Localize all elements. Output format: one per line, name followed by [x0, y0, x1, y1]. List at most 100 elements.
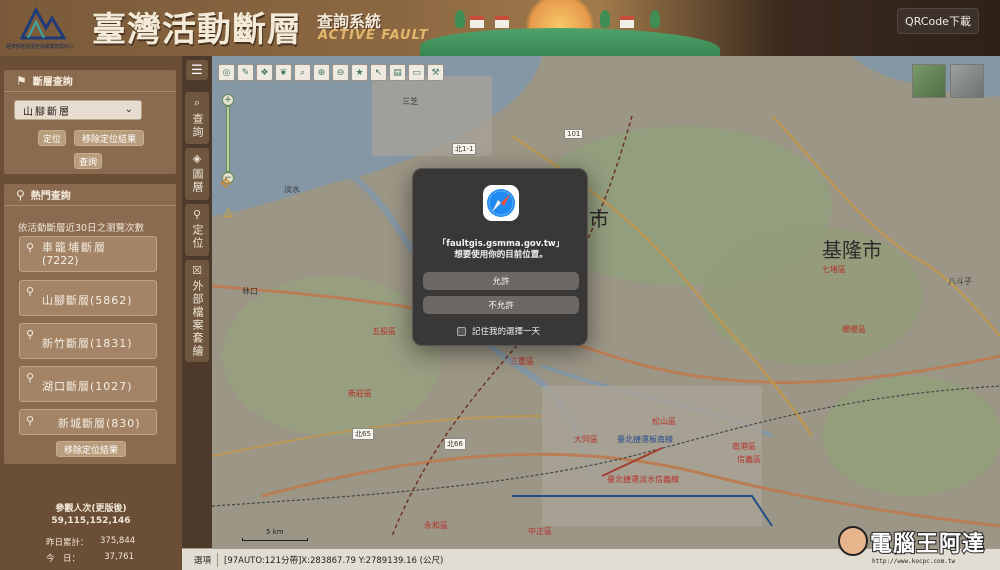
map-pin-icon: ⚲ — [26, 241, 35, 254]
hamburger-menu-icon[interactable]: ☰ — [186, 60, 208, 80]
map-label-place: 八斗子 — [948, 277, 972, 286]
basemap-switcher — [912, 64, 992, 104]
allow-button[interactable]: 允許 — [423, 272, 579, 290]
agency-logo[interactable]: 經濟部地質調查及礦業管理中心 — [6, 6, 84, 50]
hot-fault-item[interactable]: ⚲ 車籠埔斷層 (7222) — [19, 236, 157, 272]
qrcode-download-button[interactable]: QRCode下載 — [897, 8, 979, 34]
pointer-icon[interactable]: ↖ — [370, 64, 387, 81]
tab-query-label: 查詢 — [191, 113, 204, 139]
leaf-icon[interactable]: ❦ — [275, 64, 292, 81]
pin-icon: ⚲ — [192, 208, 202, 221]
hot-fault-item[interactable]: ⚲ 新城斷層(830) — [19, 409, 157, 435]
deny-button[interactable]: 不允許 — [423, 296, 579, 314]
side-tab-bar: ☰ ⌕ 查詢 ◈ 圖層 ⚲ 定位 ☒ 外部檔案套繪 — [182, 56, 212, 556]
zoom-track[interactable] — [226, 106, 230, 172]
map-label-district: 松山區 — [652, 417, 676, 426]
layers-icon: ◈ — [192, 152, 202, 165]
street-view-person-icon[interactable]: ♙ — [223, 206, 234, 220]
query-button[interactable]: 查詢 — [74, 153, 102, 169]
tab-external-file[interactable]: ☒ 外部檔案套繪 — [185, 260, 209, 362]
zoom-slider[interactable]: + − — [222, 94, 234, 186]
fault-query-title: 斷層查詢 — [32, 77, 73, 88]
map-label-district: 三重區 — [510, 357, 534, 366]
hot-fault-name: 車籠埔斷層 — [42, 241, 107, 254]
walking-person-icon: ⚲ — [16, 187, 25, 202]
tab-query[interactable]: ⌕ 查詢 — [185, 92, 209, 144]
hot-remove-locate-result-button[interactable]: 移除定位結果 — [56, 441, 126, 457]
map-label-district: 永和區 — [424, 521, 448, 530]
dialog-title-domain: 「faultgis.gsmma.gov.tw」 — [437, 239, 565, 249]
header-tree-decoration — [455, 10, 465, 28]
header-house-decoration — [470, 16, 484, 28]
remember-choice-checkbox[interactable]: 記住我的選擇一天 — [457, 325, 540, 337]
tab-layers[interactable]: ◈ 圖層 — [185, 148, 209, 200]
watermark-face-icon — [838, 526, 868, 556]
measure-icon[interactable]: ▤ — [389, 64, 406, 81]
scale-label: 5 km — [266, 528, 284, 536]
hot-query-description: 依活動斷層近30日之瀏覽次數 — [18, 223, 145, 234]
locate-button[interactable]: 定位 — [38, 130, 66, 146]
tab-locate[interactable]: ⚲ 定位 — [185, 204, 209, 256]
map-road-label: 北66 — [444, 438, 466, 450]
map-label-transit: 臺北捷運板南線 — [617, 435, 673, 444]
map-label-place: 三芝 — [402, 97, 418, 106]
hot-fault-name: 湖口斷層(1027) — [42, 380, 133, 393]
tab-locate-label: 定位 — [191, 224, 204, 250]
zoom-in-icon[interactable]: ⊕ — [313, 64, 330, 81]
remember-choice-label: 記住我的選擇一天 — [472, 327, 541, 337]
header-banner: 經濟部地質調查及礦業管理中心 臺灣活動斷層 查詢系統 ACTIVE FAULT … — [0, 0, 1000, 56]
watermark-text: 電腦王阿達 — [869, 531, 986, 558]
map-dim-overlay — [212, 56, 1000, 548]
hot-fault-name: 新竹斷層(1831) — [42, 337, 133, 350]
tab-layers-label: 圖層 — [191, 168, 204, 194]
visitor-count-label: 參觀人次(更版後) — [55, 504, 127, 514]
map-label-district: 暖暖區 — [842, 325, 866, 334]
remove-locate-result-button[interactable]: 移除定位結果 — [74, 130, 144, 146]
yesterday-value: 375,844 — [100, 536, 136, 546]
hot-fault-count: (7222) — [42, 254, 79, 267]
tab-external-file-label: 外部檔案套繪 — [191, 280, 204, 358]
visitor-count-value: 59,115,152,146 — [51, 516, 131, 526]
checkbox-box[interactable] — [457, 326, 466, 336]
ruler-icon[interactable]: ▭ — [408, 64, 425, 81]
map-label-place: 林口 — [242, 287, 258, 296]
map-pin-icon: ⚲ — [26, 328, 35, 341]
map-label-district: 新莊區 — [348, 389, 372, 398]
header-house-decoration — [495, 16, 509, 28]
layer-icon[interactable]: ❖ — [256, 64, 273, 81]
locate-target-icon[interactable]: ◎ — [218, 64, 235, 81]
map-label-city: 市 — [589, 207, 609, 231]
site-subtitle-en: ACTIVE FAULT — [318, 28, 429, 43]
dialog-title: 「faultgis.gsmma.gov.tw」 想要使用你的目前位置。 — [413, 239, 589, 261]
header-tree-decoration — [600, 10, 610, 28]
hot-fault-item[interactable]: ⚲ 湖口斷層(1027) — [19, 366, 157, 402]
today-label: 今 日： — [46, 554, 81, 564]
hot-fault-item[interactable]: ⚲ 山腳斷層(5862) — [19, 280, 157, 316]
basemap-satellite-thumb[interactable] — [950, 64, 984, 98]
map-road-label: 101 — [564, 129, 584, 139]
map-scale-bar: 5 km — [242, 528, 312, 542]
hot-fault-item[interactable]: ⚲ 新竹斷層(1831) — [19, 323, 157, 359]
status-options-button[interactable]: 選項 — [188, 553, 218, 567]
map-toolbar: ◎ ✎ ❖ ❦ ⌕ ⊕ ⊖ ★ ↖ ▤ ▭ ⚒ — [218, 64, 444, 81]
map-label-district: 七堵區 — [822, 265, 846, 274]
dialog-title-message: 想要使用你的目前位置。 — [454, 250, 548, 260]
fault-query-header: ⚑ 斷層查詢 — [4, 70, 176, 92]
zoom-out-icon[interactable]: ⊖ — [332, 64, 349, 81]
hot-fault-name: 山腳斷層(5862) — [42, 294, 133, 307]
tools-icon[interactable]: ⚒ — [427, 64, 444, 81]
bookmark-icon[interactable]: ★ — [351, 64, 368, 81]
map-label-city: 基隆市 — [822, 238, 882, 262]
draw-icon[interactable]: ✎ — [237, 64, 254, 81]
file-icon: ☒ — [192, 264, 202, 277]
pan-control-icon[interactable]: ✥ — [220, 176, 232, 192]
map-label-district: 大同區 — [574, 435, 598, 444]
magnify-icon[interactable]: ⌕ — [294, 64, 311, 81]
fault-select[interactable]: 山腳斷層 ⌄ — [14, 100, 142, 120]
basemap-terrain-thumb[interactable] — [912, 64, 946, 98]
hot-query-header: ⚲ 熱門查詢 — [4, 184, 176, 206]
map-view[interactable]: 基隆市 市 七堵區 三重區 大同區 暖暖區 南港區 信義區 松山區 新莊區 永和… — [212, 56, 1000, 548]
zoom-plus-icon[interactable]: + — [222, 94, 234, 106]
agency-caption: 經濟部地質調查及礦業管理中心 — [6, 44, 74, 50]
site-title: 臺灣活動斷層 — [92, 10, 302, 50]
